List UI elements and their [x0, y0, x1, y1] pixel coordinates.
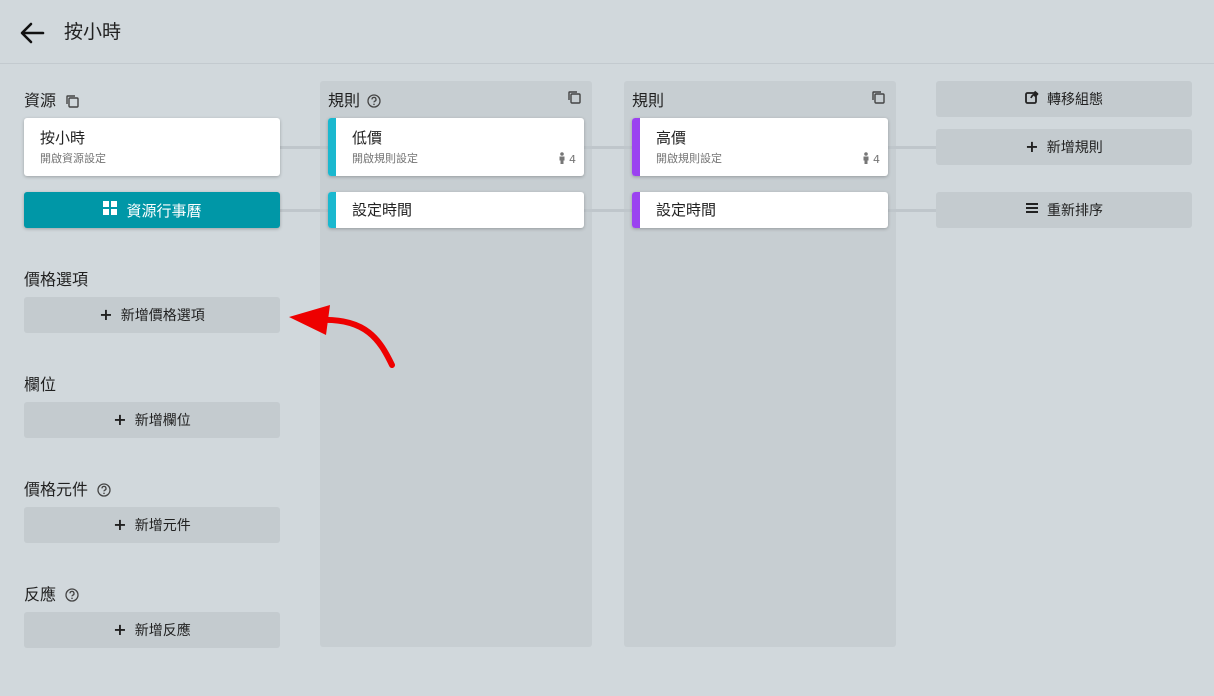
price-options-label: 價格選項	[24, 270, 89, 289]
rule-card-high[interactable]: 高價 開啟規則設定 4	[632, 118, 888, 176]
plus-icon: +	[1025, 137, 1039, 156]
annotation-arrow-icon	[289, 305, 395, 368]
plus-icon: +	[113, 620, 127, 639]
rule-card-title: 低價	[352, 129, 383, 147]
resource-section-title: 資源	[24, 91, 80, 111]
add-price-option-button[interactable]: + 新增價格選項	[24, 297, 280, 333]
back-arrow-icon[interactable]	[16, 18, 48, 48]
person-icon	[558, 152, 566, 168]
connector-line	[584, 146, 632, 149]
connector-line	[280, 209, 328, 212]
rule-column-title-label: 規則	[632, 91, 665, 110]
add-price-option-label: 新增價格選項	[120, 308, 205, 324]
add-field-button[interactable]: + 新增欄位	[24, 402, 280, 438]
help-icon[interactable]	[64, 587, 80, 603]
fields-title: 欄位	[24, 375, 56, 395]
add-rule-label: 新增規則	[1046, 140, 1103, 156]
rule-column-1-title: 規則	[328, 91, 382, 111]
set-time-card-1[interactable]: 設定時間	[328, 192, 584, 228]
transfer-config-button[interactable]: 轉移組態	[936, 81, 1192, 117]
price-elements-title: 價格元件	[24, 480, 112, 500]
rule-card-title: 高價	[656, 129, 687, 147]
help-icon[interactable]	[366, 93, 382, 109]
rule-column-2-title: 規則	[632, 91, 664, 111]
price-options-title: 價格選項	[24, 270, 88, 290]
reorder-label: 重新排序	[1047, 203, 1103, 219]
add-rule-button[interactable]: + 新增規則	[936, 129, 1192, 165]
set-time-card-2[interactable]: 設定時間	[632, 192, 888, 228]
grid-icon	[102, 200, 118, 220]
menu-lines-icon	[1025, 202, 1039, 218]
plus-icon: +	[113, 515, 127, 534]
connector-line	[280, 146, 328, 149]
connector-line	[888, 146, 936, 149]
copy-icon[interactable]	[870, 89, 886, 105]
resource-calendar-button[interactable]: 資源行事曆	[24, 192, 280, 228]
rule-card-count: 4	[862, 152, 880, 168]
resource-card-title: 按小時	[40, 129, 86, 147]
person-icon	[862, 152, 870, 168]
rule-card-count: 4	[558, 152, 576, 168]
reactions-label: 反應	[24, 585, 57, 604]
set-time-title: 設定時間	[352, 201, 413, 219]
rule-card-subtitle: 開啟規則設定	[656, 152, 722, 165]
fields-label: 欄位	[24, 375, 57, 394]
rule-column-title-label: 規則	[328, 91, 361, 110]
resource-card-subtitle: 開啟資源設定	[40, 152, 106, 165]
add-reaction-label: 新增反應	[134, 623, 191, 639]
share-icon	[1025, 90, 1039, 108]
price-elements-label: 價格元件	[24, 480, 89, 499]
resource-calendar-label: 資源行事曆	[126, 201, 202, 220]
add-reaction-button[interactable]: + 新增反應	[24, 612, 280, 648]
top-bar: 按小時	[0, 0, 1214, 64]
add-element-button[interactable]: + 新增元件	[24, 507, 280, 543]
help-icon[interactable]	[96, 482, 112, 498]
page-title: 按小時	[64, 21, 122, 43]
connector-line	[888, 209, 936, 212]
plus-icon: +	[99, 305, 113, 324]
plus-icon: +	[113, 410, 127, 429]
copy-icon[interactable]	[64, 93, 80, 109]
add-element-label: 新增元件	[134, 518, 191, 534]
rule-count-value: 4	[873, 153, 880, 166]
resource-card[interactable]: 按小時 開啟資源設定	[24, 118, 280, 176]
add-field-label: 新增欄位	[134, 413, 191, 429]
transfer-config-label: 轉移組態	[1047, 92, 1103, 108]
set-time-title: 設定時間	[656, 201, 717, 219]
copy-icon[interactable]	[566, 89, 582, 105]
reactions-title: 反應	[24, 585, 80, 605]
rule-card-subtitle: 開啟規則設定	[352, 152, 418, 165]
connector-line	[584, 209, 632, 212]
rule-card-low[interactable]: 低價 開啟規則設定 4	[328, 118, 584, 176]
resource-title-label: 資源	[24, 91, 57, 110]
reorder-button[interactable]: 重新排序	[936, 192, 1192, 228]
rule-count-value: 4	[569, 153, 576, 166]
